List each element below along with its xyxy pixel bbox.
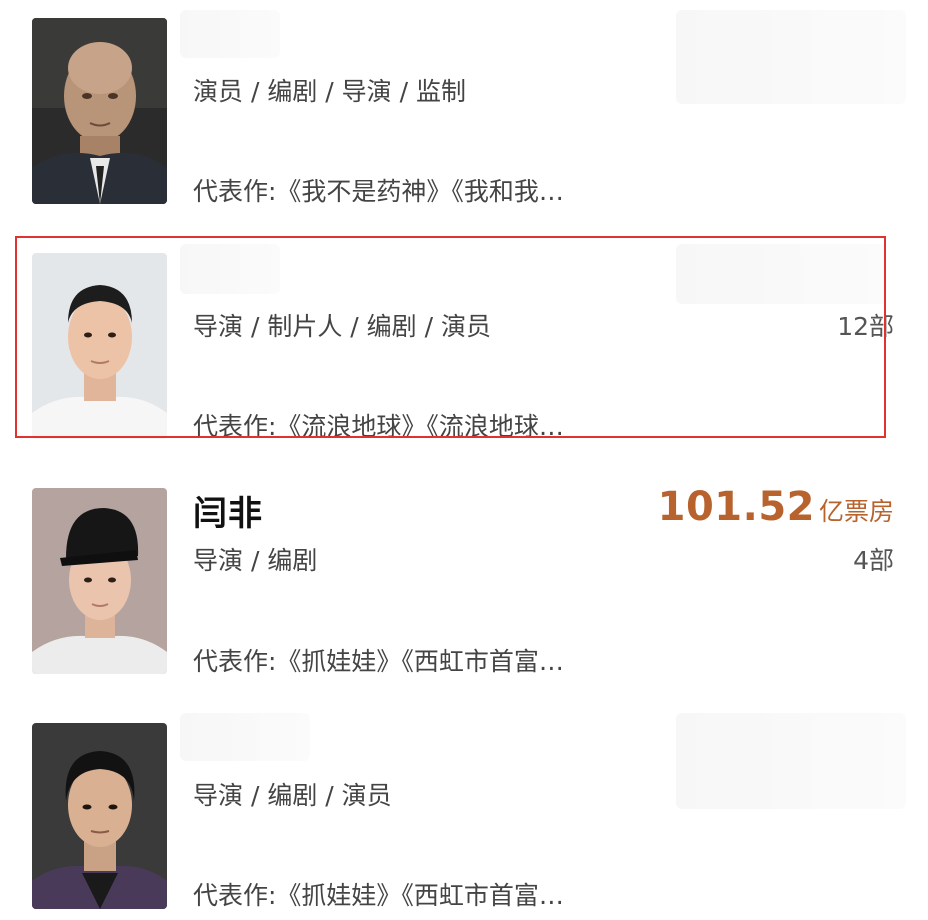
person-roles: 导演 / 编剧: [193, 546, 318, 575]
blurred-box-office: [676, 713, 906, 809]
person-row[interactable]: 闫非 101.52 亿票房 导演 / 编剧 4部 代表作:《抓娃娃》《西虹市首富…: [0, 470, 928, 690]
man-in-cap-portrait-icon: [32, 488, 167, 674]
box-office-unit: 亿票房: [818, 497, 894, 526]
box-office-value: 101.52: [657, 484, 815, 530]
person-name[interactable]: 闫非: [193, 486, 263, 535]
bald-man-portrait-icon: [32, 18, 167, 204]
man-portrait-icon: [32, 723, 167, 909]
representative-works[interactable]: 代表作:《抓娃娃》《西虹市首富…: [193, 642, 564, 678]
blurred-name: [180, 10, 280, 58]
blurred-box-office: [676, 10, 906, 104]
representative-works[interactable]: 代表作:《我不是药神》《我和我…: [193, 172, 564, 208]
box-office: 101.52 亿票房: [658, 484, 894, 530]
avatar: [32, 723, 167, 909]
work-count: 4部: [853, 546, 894, 575]
person-row[interactable]: 演员 / 编剧 / 导演 / 监制 代表作:《我不是药神》《我和我…: [0, 0, 928, 220]
person-row[interactable]: 导演 / 编剧 / 演员 代表作:《抓娃娃》《西虹市首富…: [0, 705, 928, 920]
person-roles: 演员 / 编剧 / 导演 / 监制: [193, 77, 466, 106]
person-roles: 导演 / 编剧 / 演员: [193, 781, 392, 810]
blurred-name: [180, 713, 310, 761]
highlight-box: [15, 236, 886, 438]
representative-works[interactable]: 代表作:《抓娃娃》《西虹市首富…: [193, 876, 564, 912]
avatar: [32, 488, 167, 674]
avatar: [32, 18, 167, 204]
